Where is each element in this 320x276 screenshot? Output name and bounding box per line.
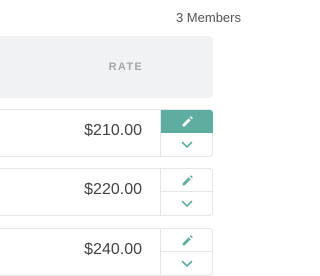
- edit-button[interactable]: [161, 229, 213, 252]
- rate-value: $210.00: [84, 122, 142, 139]
- edit-button[interactable]: [161, 110, 213, 133]
- expand-button[interactable]: [161, 133, 213, 156]
- expand-button[interactable]: [161, 192, 213, 215]
- table-row: $240.00: [0, 228, 213, 276]
- rate-value: $240.00: [84, 241, 142, 258]
- edit-button[interactable]: [161, 169, 213, 192]
- table-header: RATE: [0, 36, 213, 98]
- table-row: $210.00: [0, 109, 213, 157]
- expand-button[interactable]: [161, 252, 213, 275]
- table-row: $220.00: [0, 168, 213, 216]
- rate-value: $220.00: [84, 181, 142, 198]
- pencil-icon: [181, 234, 194, 247]
- chevron-down-icon: [181, 141, 193, 149]
- member-count: 3 Members: [175, 10, 241, 25]
- pencil-icon: [181, 174, 194, 187]
- pencil-icon: [181, 115, 194, 128]
- rate-column-header[interactable]: RATE: [109, 61, 143, 73]
- chevron-down-icon: [181, 200, 193, 208]
- chevron-down-icon: [181, 260, 193, 268]
